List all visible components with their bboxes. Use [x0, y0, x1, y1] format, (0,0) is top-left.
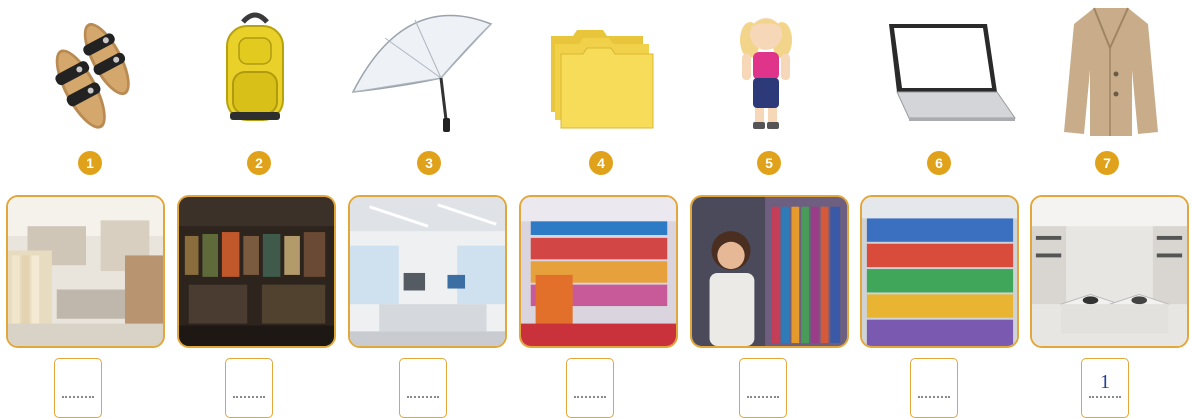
umbrella-store-photo: [690, 195, 849, 348]
number-badge-4: 4: [589, 151, 613, 175]
electronics-store-photo: [348, 195, 507, 348]
doll-image: [728, 0, 803, 145]
answer-value: [226, 371, 272, 395]
answer-value: [55, 371, 101, 395]
number-badge-1: 1: [78, 151, 102, 175]
umbrella-image: [345, 0, 495, 145]
answer-value: [567, 371, 613, 395]
sandals-image: [35, 0, 145, 145]
answer-box-1[interactable]: [54, 358, 102, 418]
number-badge-7: 7: [1095, 151, 1119, 175]
stationery-store-photo: [860, 195, 1019, 348]
answer-value: [400, 371, 446, 395]
coat-image: [1058, 0, 1163, 145]
shoe-store-photo: [1030, 195, 1189, 348]
toy-store-photo: [519, 195, 678, 348]
number-badge-5: 5: [757, 151, 781, 175]
answer-box-2[interactable]: [225, 358, 273, 418]
answer-value: 1: [1100, 371, 1110, 393]
answer-box-7[interactable]: 1: [1081, 358, 1129, 418]
backpack-image: [215, 0, 295, 145]
clothing-store-photo: [6, 195, 165, 348]
answer-box-4[interactable]: [566, 358, 614, 418]
folders-image: [543, 0, 658, 145]
number-badge-2: 2: [247, 151, 271, 175]
laptop-image: [875, 0, 1020, 145]
answer-value: [740, 371, 786, 395]
fashion-store-photo: [177, 195, 336, 348]
number-badge-6: 6: [927, 151, 951, 175]
answer-box-5[interactable]: [739, 358, 787, 418]
answer-box-6[interactable]: [910, 358, 958, 418]
number-badge-3: 3: [417, 151, 441, 175]
answer-value: [911, 371, 957, 395]
answer-box-3[interactable]: [399, 358, 447, 418]
